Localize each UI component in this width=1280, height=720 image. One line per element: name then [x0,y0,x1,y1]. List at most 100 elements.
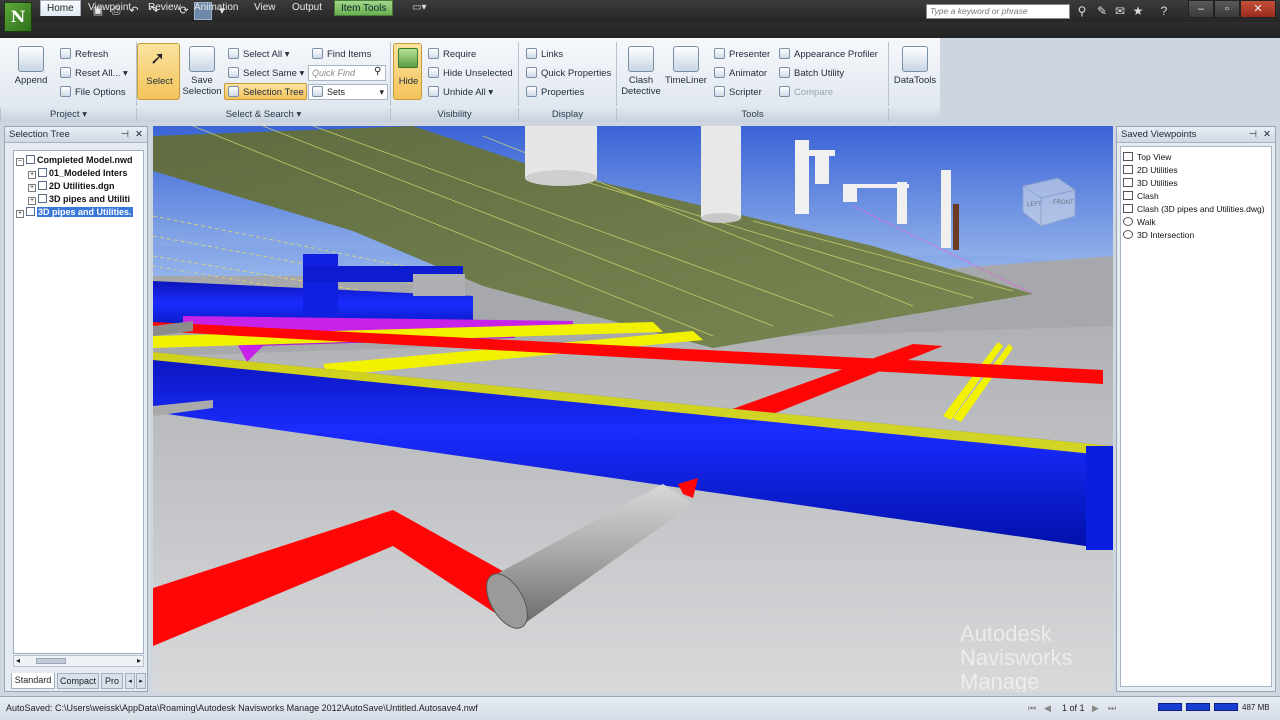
require-icon [428,48,439,59]
scroll-thumb[interactable] [36,658,66,664]
next-page-icon[interactable]: ▶ [1092,699,1099,717]
clash-detective-icon [628,46,654,72]
tab-standard[interactable]: Standard [11,673,55,689]
file-options-button[interactable]: File Options [60,86,126,98]
viewpoint-label: 3D Utilities [1137,178,1178,188]
hide-unselected-button[interactable]: Hide Unselected [428,67,513,79]
tree-item[interactable]: − Completed Model.nwd [16,154,133,167]
scripter-button[interactable]: Scripter [714,86,762,98]
ribbon-empty-area [940,38,1280,122]
appearance-profiler-label: Appearance Profiler [794,49,878,60]
tree-item-label: Completed Model.nwd [37,155,133,165]
presenter-button[interactable]: Presenter [714,48,770,60]
select-search-panel-label[interactable]: Select & Search ▾ [136,108,390,122]
pin-icon[interactable]: ⊣ [1249,127,1257,142]
datatools-button[interactable]: DataTools [892,44,938,100]
tab-compact[interactable]: Compact [57,673,99,689]
tree-item[interactable]: +2D Utilities.dgn [28,180,115,193]
tab-review[interactable]: Review [142,0,187,16]
viewpoint-item[interactable]: Walk [1123,216,1156,229]
ribbon-minimize-icon[interactable]: ▭▾ [406,0,432,16]
viewpoint-item[interactable]: Top View [1123,151,1171,164]
collapse-icon[interactable]: − [16,158,24,166]
selection-tree-panel: Selection Tree ⊣ ✕ − Completed Model.nwd … [4,126,148,692]
close-icon[interactable]: ✕ [1263,127,1271,142]
appearance-profiler-button[interactable]: Appearance Profiler [779,48,878,60]
file-options-icon [60,86,71,97]
unhide-all-button[interactable]: Unhide All ▾ [428,86,493,98]
application-menu-button[interactable]: N [4,2,32,32]
scripter-label: Scripter [729,87,762,98]
timeliner-label: TimeLiner [665,75,707,86]
links-button[interactable]: Links [526,48,563,60]
reset-all-button[interactable]: Reset All... ▾ [60,67,128,79]
tab-scroll-right-icon[interactable]: ▸ [136,673,146,689]
project-panel-label[interactable]: Project ▾ [0,108,136,122]
require-button[interactable]: Require [428,48,476,60]
tree-item-selected[interactable]: +3D pipes and Utilities. [16,206,133,219]
quick-properties-button[interactable]: Quick Properties [526,67,611,79]
maximize-button[interactable]: ▫ [1214,0,1240,18]
refresh-label: Refresh [75,49,109,60]
tab-scroll-left-icon[interactable]: ◂ [125,673,135,689]
favorites-icon[interactable]: ★ [1130,3,1146,19]
tree-item[interactable]: +3D pipes and Utiliti [28,193,130,206]
viewpoint-icon [1123,152,1133,161]
pin-icon[interactable]: ⊣ [121,127,129,142]
3d-viewport[interactable]: LEFT FRONT ✋ ⊕ ◎ ⇲ Autodesk Navisworks M… [153,126,1113,692]
expand-icon[interactable]: + [16,210,24,218]
scroll-left-icon[interactable]: ◂ [16,656,20,665]
tab-item-tools[interactable]: Item Tools [334,0,394,16]
select-same-icon [228,67,239,78]
require-label: Require [443,49,477,60]
select-same-button[interactable]: Select Same ▾ [228,67,304,79]
select-button[interactable]: ➚ Select [137,43,180,100]
batch-utility-button[interactable]: Batch Utility [779,67,844,79]
sets-dropdown[interactable]: Sets ▾ [308,84,388,100]
viewpoint-item[interactable]: 3D Intersection [1123,229,1194,242]
communication-icon[interactable]: ✉ [1112,3,1128,19]
tab-properties[interactable]: Pro [101,673,123,689]
find-items-button[interactable]: Find Items [312,48,371,60]
help-search-input[interactable]: Type a keyword or phrase [926,4,1070,19]
selection-tree-button[interactable]: Selection Tree [224,83,307,100]
close-icon[interactable]: ✕ [135,127,143,142]
model-file-icon [26,207,35,216]
tools-icon[interactable]: ✎ [1094,3,1110,19]
minimize-button[interactable]: – [1188,0,1214,18]
tab-viewpoint[interactable]: Viewpoint [82,0,137,16]
properties-button[interactable]: Properties [526,86,584,98]
tab-home[interactable]: Home [40,0,81,16]
viewpoint-item[interactable]: Clash (3D pipes and Utilities.dwg) [1123,203,1265,216]
viewpoint-item[interactable]: Clash [1123,190,1159,203]
append-button[interactable]: Append [10,44,52,96]
find-items-icon [312,48,323,59]
tree-item[interactable]: +01_Modeled Inters [28,167,128,180]
project-panel-title: Project [50,109,80,120]
refresh-button[interactable]: Refresh [60,48,108,60]
expand-icon[interactable]: + [28,197,36,205]
close-button[interactable]: ✕ [1240,0,1276,18]
save-selection-button[interactable]: Save Selection [182,44,222,100]
binoculars-icon[interactable]: ⚲ [1074,3,1090,19]
expand-icon[interactable]: + [28,184,36,192]
previous-page-icon[interactable]: ◀ [1044,699,1051,717]
tab-output[interactable]: Output [286,0,328,16]
animator-button[interactable]: Animator [714,67,767,79]
viewpoint-item[interactable]: 2D Utilities [1123,164,1178,177]
tab-view[interactable]: View [248,0,282,16]
last-page-icon[interactable]: ⏭ [1108,699,1116,717]
pencil-progress-icon [1158,703,1182,711]
binoculars-icon[interactable]: ⚲ [374,66,381,77]
timeliner-button[interactable]: TimeLiner [664,44,708,100]
clash-detective-button[interactable]: Clash Detective [620,44,662,100]
expand-icon[interactable]: + [28,171,36,179]
select-all-button[interactable]: Select All ▾ [228,48,290,60]
help-icon[interactable]: ? [1156,3,1172,19]
scroll-right-icon[interactable]: ▸ [137,656,141,665]
hide-button[interactable]: Hide [393,43,422,100]
first-page-icon[interactable]: ⏮ [1028,699,1036,717]
tab-animation[interactable]: Animation [188,0,244,16]
viewpoint-item[interactable]: 3D Utilities [1123,177,1178,190]
horizontal-scrollbar[interactable]: ◂ ▸ [13,655,144,667]
